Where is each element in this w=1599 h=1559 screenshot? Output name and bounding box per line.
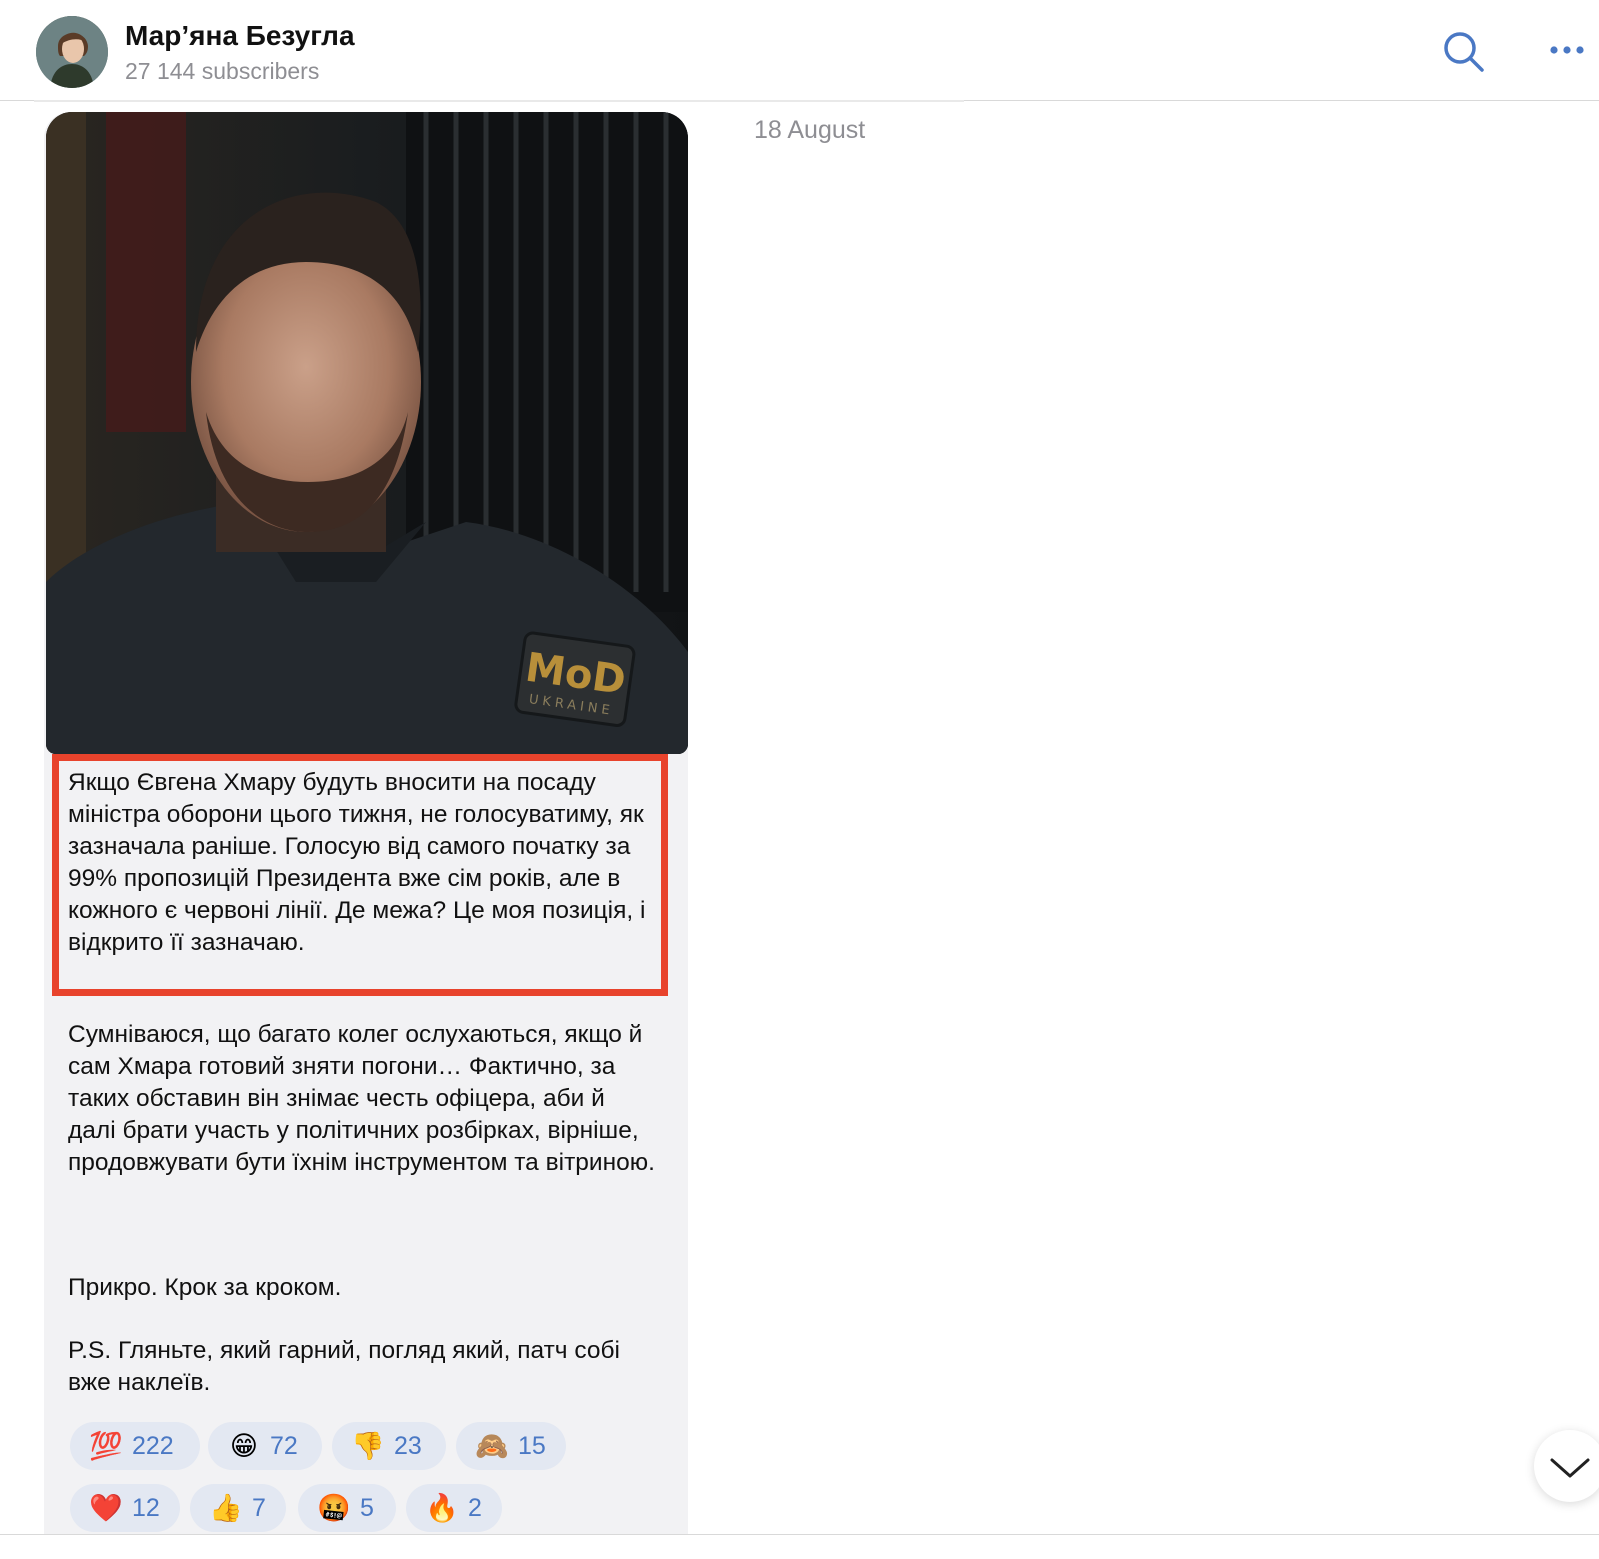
red-heart-icon: ❤️: [89, 1493, 123, 1523]
post-photo[interactable]: MoD UKRAINE: [46, 112, 688, 754]
reaction-count: 2: [468, 1493, 482, 1522]
man-portrait-image: MoD UKRAINE: [46, 112, 688, 754]
more-horizontal-icon: [1550, 46, 1584, 54]
post-paragraph: Сумніваюся, що багато колег ослухаються,…: [68, 1021, 655, 1176]
date-separator: 18 August: [754, 116, 866, 144]
scroll-to-bottom-button[interactable]: [1534, 1430, 1599, 1502]
channel-name[interactable]: Мар’яна Безугла: [125, 20, 355, 52]
thumbs-up-icon: 👍: [209, 1493, 243, 1523]
reaction-count: 23: [394, 1431, 422, 1460]
chevron-down-icon: [1550, 1458, 1590, 1478]
reaction-thumbs-up[interactable]: 👍 7: [190, 1484, 286, 1532]
reaction-grinning-face[interactable]: 😁 72: [208, 1422, 322, 1470]
header-divider: [34, 100, 964, 102]
cursing-face-icon: 🤬: [317, 1493, 351, 1523]
reaction-count: 12: [132, 1493, 160, 1522]
reaction-see-no-evil-monkey[interactable]: 🙈 15: [456, 1422, 566, 1470]
reaction-cursing-face[interactable]: 🤬 5: [298, 1484, 396, 1532]
reaction-thumbs-down[interactable]: 👎 23: [332, 1422, 446, 1470]
thumbs-down-icon: 👎: [351, 1431, 385, 1461]
see-no-evil-monkey-icon: 🙈: [475, 1431, 509, 1461]
hundred-points-icon: 💯: [89, 1431, 123, 1461]
post-paragraph: P.S. Гляньте, який гарний, погляд який, …: [68, 1337, 620, 1396]
reaction-red-heart[interactable]: ❤️ 12: [70, 1484, 180, 1532]
post-paragraph: Прикро. Крок за кроком.: [68, 1274, 342, 1301]
bottom-divider: [0, 1534, 1599, 1535]
more-options-button[interactable]: [1548, 36, 1588, 64]
reaction-count: 72: [270, 1431, 298, 1460]
subscriber-count: 27 144 subscribers: [125, 58, 320, 84]
reaction-count: 5: [360, 1493, 374, 1522]
highlighted-paragraph: Якщо Євгена Хмару будуть вносити на поса…: [68, 769, 646, 956]
reaction-count: 222: [132, 1431, 174, 1460]
reaction-count: 7: [252, 1493, 266, 1522]
fire-icon: 🔥: [425, 1493, 459, 1523]
reaction-hundred-points[interactable]: 💯 222: [70, 1422, 200, 1470]
channel-header: Мар’яна Безугла 27 144 subscribers: [0, 0, 1599, 101]
channel-avatar[interactable]: [36, 16, 108, 88]
search-button[interactable]: [1440, 28, 1488, 76]
search-icon: [1444, 32, 1484, 72]
reaction-fire[interactable]: 🔥 2: [406, 1484, 502, 1532]
grinning-face-icon: 😁: [229, 1431, 259, 1461]
avatar-portrait: [36, 16, 108, 88]
channel-post[interactable]: MoD UKRAINE Якщо Євгена Хмару будуть вно…: [44, 112, 688, 1534]
reaction-count: 15: [518, 1431, 546, 1460]
